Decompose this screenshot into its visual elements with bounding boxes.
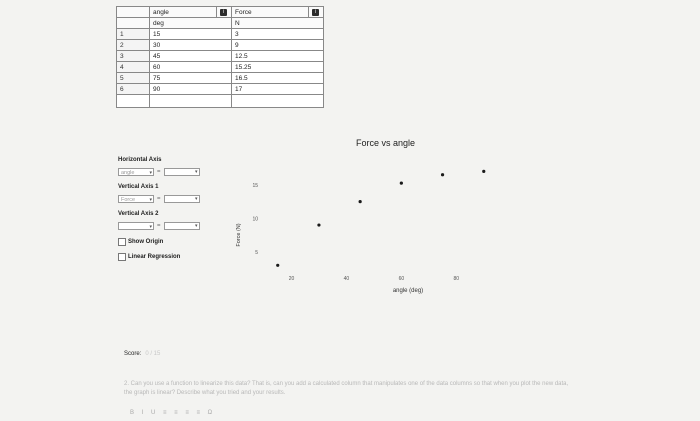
checkbox-icon	[118, 237, 126, 246]
table-row-empty	[116, 94, 324, 108]
data-table: angle i Force i deg N 1 15 3 2 30 9 3 45…	[116, 6, 324, 108]
question-text: 2. Can you use a function to linearize t…	[124, 381, 569, 396]
table-header-name-row: angle i Force i	[116, 6, 324, 18]
x-tick-label: 40	[344, 276, 350, 282]
data-point	[317, 223, 321, 227]
vertical-axis-1-select[interactable]: Force ▾	[118, 195, 154, 203]
row-number-header	[116, 6, 150, 18]
force-cell[interactable]: 16.5	[231, 72, 324, 84]
axis-controls-panel: Horizontal Axis angle ▾ = ▾ Vertical Axis…	[118, 156, 238, 267]
table-header-unit-row: deg N	[116, 17, 324, 29]
equals-sign: =	[157, 196, 161, 202]
table-row: 4 60 15.25	[116, 61, 324, 73]
column-angle-name[interactable]: angle	[149, 6, 217, 18]
y-axis-label: Force (N)	[236, 223, 242, 246]
x-tick-label: 80	[454, 276, 460, 282]
score-display: Score: 0 / 15	[124, 351, 160, 357]
vertical-axis-2-label: Vertical Axis 2	[118, 211, 159, 217]
horizontal-axis-value: angle	[121, 170, 135, 176]
equals-sign: =	[157, 169, 161, 175]
angle-cell[interactable]: 75	[149, 72, 232, 84]
chevron-down-icon: ▾	[149, 170, 152, 176]
show-origin-label: Show Origin	[128, 238, 164, 245]
linear-regression-label: Linear Regression	[128, 253, 181, 260]
column-force-unit[interactable]: N	[231, 17, 324, 29]
data-point	[399, 181, 403, 185]
data-point	[358, 199, 362, 204]
chevron-down-icon: ▾	[195, 169, 198, 175]
table-row: 6 90 17	[116, 83, 324, 95]
equals-sign: =	[157, 223, 161, 229]
vertical-axis-1-expression[interactable]: ▾	[163, 195, 200, 203]
x-tick-label: 20	[289, 276, 295, 282]
row-number: 1	[116, 28, 150, 40]
chevron-down-icon: ▾	[149, 197, 152, 203]
score-value: 0 / 15	[145, 351, 161, 357]
row-number: 6	[116, 83, 150, 95]
column-force-name[interactable]: Force	[231, 6, 309, 18]
editor-toolbar[interactable]: B I U ≡ ≡ ≡ ≡ Ω	[130, 410, 215, 416]
vertical-axis-2-select[interactable]: ▾	[118, 222, 154, 230]
row-number: 5	[116, 72, 150, 84]
table-row: 2 30 9	[116, 39, 324, 51]
horizontal-axis-label: Horizontal Axis	[118, 157, 162, 163]
checkbox-icon	[118, 252, 126, 261]
vertical-axis-2-expression[interactable]: ▾	[163, 222, 200, 230]
angle-cell[interactable]: 60	[149, 61, 232, 73]
angle-cell[interactable]: 90	[149, 83, 232, 95]
chevron-down-icon: ▾	[195, 196, 198, 202]
table-row: 5 75 16.5	[116, 72, 324, 84]
score-label: Score:	[124, 351, 142, 357]
column-menu-icon: i	[312, 9, 319, 16]
row-number: 4	[116, 61, 150, 73]
vertical-axis-1-label: Vertical Axis 1	[118, 184, 159, 190]
table-row: 3 45 12.5	[116, 50, 324, 62]
vertical-axis-1-row: Force ▾ = ▾	[118, 194, 238, 204]
vertical-axis-1-value: Force	[121, 197, 136, 203]
graph-activity-page: angle i Force i deg N 1 15 3 2 30 9 3 45…	[0, 0, 700, 421]
y-tick-label: 10	[252, 216, 258, 222]
data-point	[276, 263, 280, 267]
column-angle-menu-button[interactable]: i	[216, 6, 232, 18]
chevron-down-icon: ▾	[149, 224, 152, 230]
angle-cell[interactable]: 45	[149, 50, 232, 62]
data-point	[440, 173, 445, 177]
horizontal-axis-row: angle ▾ = ▾	[118, 167, 238, 177]
data-point	[482, 169, 486, 174]
row-number: 3	[116, 50, 150, 62]
linear-regression-checkbox[interactable]: Linear Regression	[118, 252, 238, 261]
show-origin-checkbox[interactable]: Show Origin	[118, 237, 238, 246]
force-cell[interactable]: 12.5	[231, 50, 324, 62]
force-cell[interactable]: 17	[231, 83, 324, 95]
angle-cell-empty[interactable]	[149, 94, 232, 108]
x-axis-label: angle (deg)	[393, 288, 423, 294]
column-menu-icon: i	[220, 9, 227, 16]
row-number-header	[116, 17, 150, 29]
row-number: 2	[116, 39, 150, 51]
x-tick-label: 60	[399, 276, 405, 282]
force-cell[interactable]: 9	[231, 39, 324, 51]
y-tick-label: 5	[255, 250, 258, 256]
y-tick-label: 15	[252, 183, 258, 189]
force-cell[interactable]: 15.25	[231, 61, 324, 73]
horizontal-axis-expression[interactable]: ▾	[163, 168, 200, 176]
table-row: 1 15 3	[116, 28, 324, 40]
force-cell-empty[interactable]	[231, 94, 324, 108]
vertical-axis-2-row: ▾ = ▾	[118, 221, 238, 231]
angle-cell[interactable]: 15	[149, 28, 232, 40]
column-angle-unit[interactable]: deg	[149, 17, 232, 29]
force-cell[interactable]: 3	[231, 28, 324, 40]
chart-title: Force vs angle	[356, 138, 416, 148]
column-force-menu-button[interactable]: i	[308, 6, 324, 18]
scatter-plot[interactable]: 20 40 60 80 5 10 15 angle (deg) Force (N)	[230, 150, 530, 330]
row-number	[116, 94, 150, 108]
chevron-down-icon: ▾	[195, 223, 198, 229]
angle-cell[interactable]: 30	[149, 39, 232, 51]
horizontal-axis-select[interactable]: angle ▾	[118, 168, 154, 176]
